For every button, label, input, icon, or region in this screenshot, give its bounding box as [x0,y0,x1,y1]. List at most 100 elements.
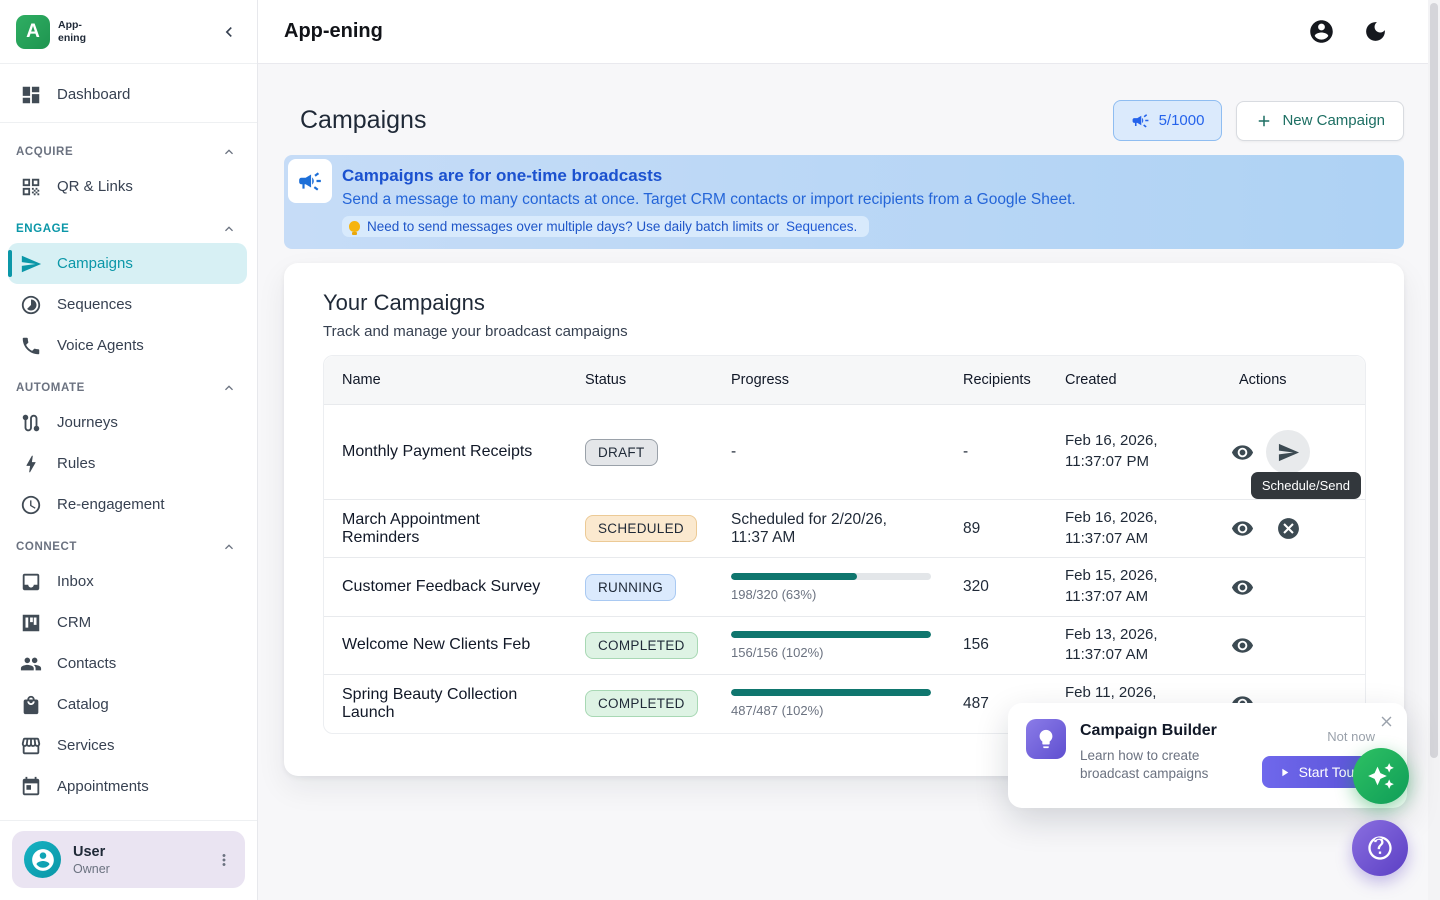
eye-icon [1231,634,1254,657]
column-recipients: Recipients [945,356,1047,404]
sidebar-item-services[interactable]: Services [8,725,247,766]
new-campaign-button[interactable]: New Campaign [1236,101,1404,141]
people-icon [20,653,42,675]
send-icon [1277,441,1300,464]
scrollbar-thumb[interactable] [1430,3,1438,758]
quota-badge[interactable]: 5/1000 [1113,100,1223,141]
sidebar-item-dashboard[interactable]: Dashboard [8,74,247,115]
send-icon [20,253,42,275]
sidebar-section-acquire[interactable]: ACQUIRE [0,130,257,166]
banner-title: Campaigns are for one-time broadcasts [342,166,1388,186]
sidebar-item-contacts[interactable]: Contacts [8,643,247,684]
megaphone-icon [288,159,332,203]
progress-cell: 156/156 (102%) [713,623,945,668]
created-value: Feb 13, 2026, 11:37:07 AM [1047,617,1221,674]
progress-bar [731,631,931,638]
sidebar-item-catalog[interactable]: Catalog [8,684,247,725]
quota-value: 5/1000 [1159,112,1205,129]
help-fab[interactable] [1352,820,1408,876]
table-row: Customer Feedback Survey RUNNING 198/320… [324,557,1365,615]
page-scrollbar [1428,0,1440,900]
topbar: App-ening [258,0,1428,64]
sidebar-section-connect[interactable]: CONNECT [0,525,257,561]
user-role: Owner [73,862,203,876]
status-badge: COMPLETED [585,632,698,659]
tooltip: Schedule/Send [1251,472,1361,499]
sidebar-item-crm[interactable]: CRM [8,602,247,643]
view-button[interactable] [1231,634,1254,657]
sidebar-item-voice-agents[interactable]: Voice Agents [8,325,247,366]
sidebar-item-label: Voice Agents [57,337,144,354]
sidebar-item-qr-links[interactable]: QR & Links [8,166,247,207]
column-name: Name [324,356,567,404]
sidebar-item-rules[interactable]: Rules [8,443,247,484]
campaigns-table: Name Status Progress Recipients Created … [323,355,1366,734]
sidebar-item-re-engagement[interactable]: Re-engagement [8,484,247,525]
collapse-sidebar-icon[interactable] [219,22,239,42]
schedule-send-button[interactable] [1266,430,1310,474]
more-vert-icon[interactable] [215,851,233,869]
plus-icon [1255,112,1273,130]
sidebar-item-campaigns[interactable]: Campaigns [8,243,247,284]
chevron-up-icon [221,380,237,396]
table-row: Welcome New Clients Feb COMPLETED 156/15… [324,616,1365,674]
popup-title: Campaign Builder [1080,722,1248,740]
user-name: User [73,844,203,860]
page-app-title: App-ening [284,20,383,43]
divider [0,122,257,123]
sidebar-section-engage[interactable]: ENGAGE [0,207,257,243]
sidebar-item-appointments[interactable]: Appointments [8,766,247,807]
popup-body: Campaign Builder Learn how to create bro… [1080,719,1248,788]
eye-icon [1231,576,1254,599]
cancel-button[interactable] [1276,516,1301,541]
progress-label: 198/320 (63%) [731,587,927,602]
ai-assistant-fab[interactable] [1353,748,1409,804]
chevron-up-icon [221,539,237,555]
user-card[interactable]: User Owner [12,831,245,888]
user-meta: User Owner [73,844,203,876]
sequences-link[interactable]: Sequences. [786,219,857,234]
progress-label: 156/156 (102%) [731,645,927,660]
recipients-value: 156 [945,628,1047,662]
sidebar-item-sequences[interactable]: Sequences [8,284,247,325]
header-actions: 5/1000 New Campaign [1113,100,1404,141]
sidebar-item-label: Sequences [57,296,132,313]
progress-placeholder: - [713,435,945,469]
tip-text: Need to send messages over multiple days… [367,219,779,234]
progress-bar [731,689,931,696]
view-button[interactable] [1231,441,1254,464]
sidebar-item-label: Journeys [57,414,118,431]
sidebar-section-automate[interactable]: AUTOMATE [0,366,257,402]
progress-text: Scheduled for 2/20/26, 11:37 AM [713,503,945,555]
account-icon[interactable] [1308,18,1335,45]
shopping-bag-icon [20,694,42,716]
eye-icon [1231,441,1254,464]
card-title: Your Campaigns [323,290,1366,316]
sidebar-item-label: Contacts [57,655,116,672]
topbar-actions [1308,18,1388,45]
created-value: Feb 16, 2026, 11:37:07 AM [1047,500,1221,557]
lightbulb-icon [1026,719,1066,759]
eye-icon [1231,517,1254,540]
banner-tip: Need to send messages over multiple days… [342,216,869,237]
status-badge: DRAFT [585,439,658,466]
kanban-icon [20,612,42,634]
sidebar-item-label: Appointments [57,778,149,795]
view-button[interactable] [1231,576,1254,599]
not-now-button[interactable]: Not now [1327,729,1375,744]
inbox-icon [20,571,42,593]
row-actions [1221,568,1365,607]
progress-cell: 487/487 (102%) [713,681,945,726]
dark-mode-moon-icon[interactable] [1363,19,1388,44]
sidebar-item-inbox[interactable]: Inbox [8,561,247,602]
banner-subtitle: Send a message to many contacts at once.… [342,191,1388,209]
dashboard-icon [20,84,42,106]
status-badge: RUNNING [585,574,676,601]
close-icon[interactable] [1378,713,1395,730]
chevron-up-icon [221,221,237,237]
table-header: Name Status Progress Recipients Created … [324,356,1365,404]
sidebar-footer: User Owner [0,820,257,900]
view-button[interactable] [1231,517,1254,540]
sidebar-item-journeys[interactable]: Journeys [8,402,247,443]
page-title: Campaigns [300,106,426,135]
